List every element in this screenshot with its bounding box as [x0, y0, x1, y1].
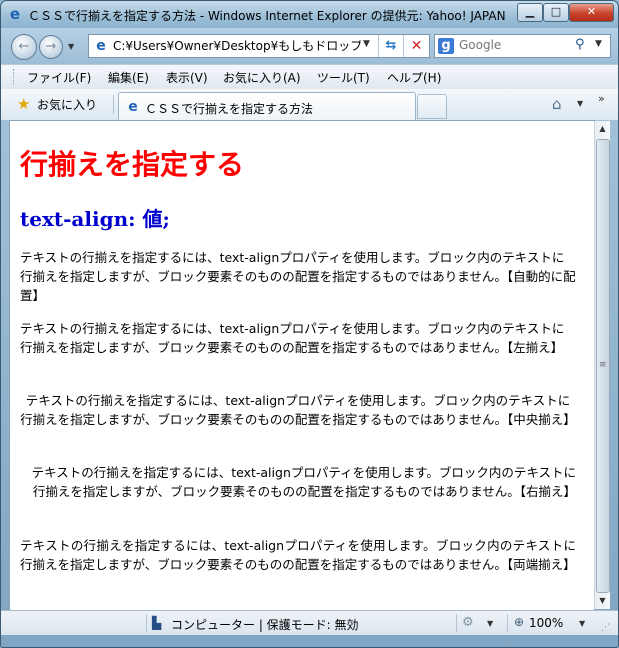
recent-pages-dropdown-icon[interactable]: ▼: [68, 42, 74, 51]
menu-edit[interactable]: 編集(E): [108, 69, 149, 86]
scrollbar-thumb[interactable]: ≡: [596, 139, 610, 593]
address-dropdown-icon[interactable]: ▼: [363, 39, 370, 49]
forward-button[interactable]: →: [39, 35, 63, 59]
page-icon: e: [96, 38, 106, 54]
scroll-down-icon[interactable]: ▼: [595, 593, 610, 609]
paragraph-auto: テキストの行揃えを指定するには、text-alignプロパティを使用します。ブロ…: [20, 250, 576, 303]
security-zone-text[interactable]: コンピューター | 保護モード: 無効: [171, 616, 359, 633]
toolbar-separator: [113, 95, 114, 114]
address-input[interactable]: [113, 37, 361, 53]
favorites-bar: ★ お気に入り e ＣＳＳで行揃えを指定する方法 ⌂ ▼ »: [1, 89, 618, 120]
browser-window: e ＣＳＳで行揃えを指定する方法 - Windows Internet Expl…: [0, 0, 619, 648]
scroll-up-icon[interactable]: ▲: [595, 121, 610, 137]
favorites-star-icon[interactable]: ★: [17, 95, 30, 113]
address-bar: e ▼ ⇆ ✕: [88, 34, 430, 58]
back-button[interactable]: ←: [11, 34, 37, 60]
close-icon: ✕: [586, 5, 597, 18]
forward-arrow-icon: →: [45, 39, 57, 54]
more-tools-chevron-icon[interactable]: »: [598, 92, 605, 105]
tab-label: ＣＳＳで行揃えを指定する方法: [145, 102, 314, 116]
maximize-button[interactable]: □: [543, 3, 569, 22]
menu-bar: ファイル(F) 編集(E) 表示(V) お気に入り(A) ツール(T) ヘルプ(…: [1, 64, 618, 90]
favorites-button[interactable]: お気に入り: [37, 96, 97, 113]
menu-tools[interactable]: ツール(T): [317, 69, 370, 86]
paragraph-right: テキストの行揃えを指定するには、text-alignプロパティを使用します。ブロ…: [31, 465, 576, 499]
vertical-scrollbar[interactable]: ▲ ≡ ▼: [594, 121, 610, 609]
search-options-dropdown-icon[interactable]: ▼: [595, 39, 602, 49]
menu-view[interactable]: 表示(V): [166, 69, 208, 86]
resize-grip-icon[interactable]: ⋰: [601, 623, 610, 633]
status-bar: ▙ コンピューター | 保護モード: 無効 ⚙ ▼ ⊕ 100% ▼ ⋰: [1, 610, 618, 635]
paragraph-justify: テキストの行揃えを指定するには、text-alignプロパティを使用します。ブロ…: [20, 538, 576, 572]
search-icon[interactable]: ⚲: [575, 37, 585, 52]
google-logo-icon: g: [438, 38, 454, 54]
home-icon[interactable]: ⌂: [552, 95, 562, 113]
page-heading: 行揃えを指定する: [20, 148, 245, 181]
navigation-bar: ← → ▼ e ▼ ⇆ ✕ g ⚲ ▼: [1, 28, 618, 64]
window-title: ＣＳＳで行揃えを指定する方法 - Windows Internet Explor…: [28, 9, 506, 23]
stop-icon: ✕: [410, 38, 423, 54]
paragraph-center: テキストの行揃えを指定するには、text-alignプロパティを使用します。ブロ…: [20, 393, 576, 427]
menu-file[interactable]: ファイル(F): [27, 69, 91, 86]
status-separator: [456, 614, 457, 632]
new-tab-button[interactable]: [417, 94, 447, 119]
computer-zone-icon: ▙: [152, 616, 162, 630]
home-dropdown-icon[interactable]: ▼: [577, 99, 583, 108]
back-arrow-icon: ←: [18, 39, 30, 54]
status-separator: [146, 614, 147, 632]
page-content: 行揃えを指定する text-align: 値; テキストの行揃えを指定するには、…: [9, 120, 595, 612]
title-bar[interactable]: e ＣＳＳで行揃えを指定する方法 - Windows Internet Expl…: [1, 1, 618, 28]
protected-mode-dropdown-icon[interactable]: ▼: [487, 619, 493, 628]
maximize-icon: □: [550, 5, 562, 18]
thumb-grip-icon: ≡: [599, 360, 607, 370]
tab-css-align[interactable]: e ＣＳＳで行揃えを指定する方法: [118, 92, 416, 120]
menu-help[interactable]: ヘルプ(H): [387, 69, 441, 86]
status-separator: [507, 614, 508, 632]
refresh-button[interactable]: ⇆: [378, 35, 403, 57]
menu-favorites[interactable]: お気に入り(A): [223, 69, 301, 86]
minimize-icon: ▁: [525, 5, 535, 18]
zoom-icon[interactable]: ⊕: [514, 615, 524, 629]
toolbar-grip[interactable]: [13, 69, 17, 85]
search-input[interactable]: [459, 37, 571, 53]
paragraph-left: テキストの行揃えを指定するには、text-alignプロパティを使用します。ブロ…: [20, 321, 565, 355]
search-box: g ⚲ ▼: [434, 34, 611, 58]
zoom-dropdown-icon[interactable]: ▼: [579, 619, 585, 628]
ie-logo-icon: e: [9, 5, 21, 23]
refresh-icon: ⇆: [385, 38, 397, 53]
zoom-level[interactable]: 100%: [529, 616, 563, 630]
protected-mode-icon[interactable]: ⚙: [462, 615, 474, 630]
minimize-button[interactable]: ▁: [517, 3, 543, 22]
page-subheading: text-align: 値;: [20, 207, 170, 231]
page-icon: e: [128, 99, 138, 115]
stop-button[interactable]: ✕: [403, 35, 429, 57]
close-button[interactable]: ✕: [569, 3, 614, 22]
